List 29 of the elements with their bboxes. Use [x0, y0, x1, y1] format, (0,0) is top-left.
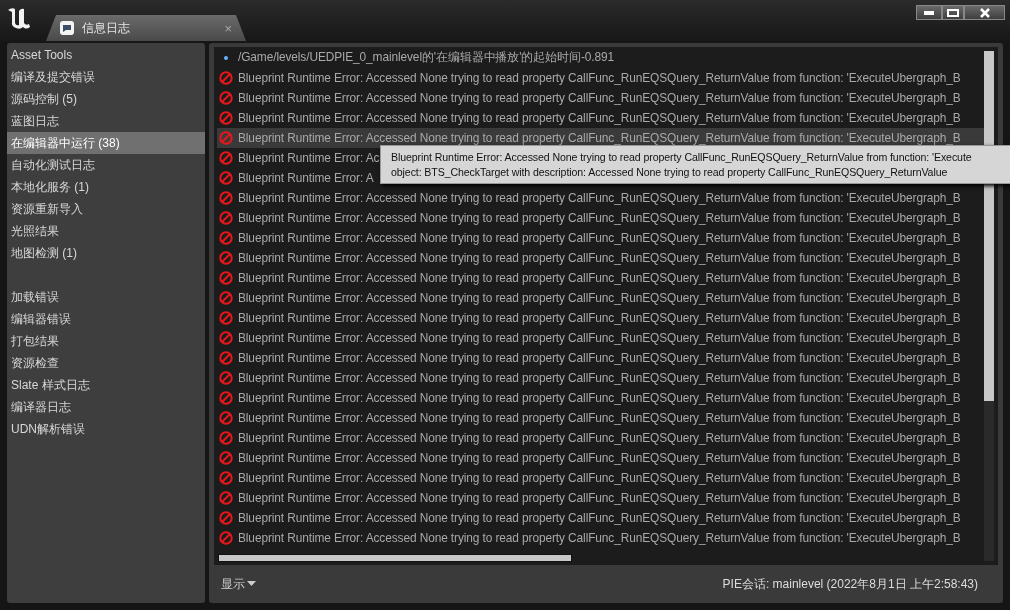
log-message: Blueprint Runtime Error: Accessed None trying to read property CallFunc_RunEQSQuery_ReturnValue from function: 'ExecuteUbergraph_B: [238, 211, 961, 225]
tooltip-text: Blueprint Runtime Error: Accessed None trying to read property CallFunc_RunEQSQuery_ReturnValue from function: 'Execute: [391, 150, 973, 164]
log-message: Blueprint Runtime Error: Accessed None trying to read property CallFunc_RunEQSQuery_ReturnValue from function: 'ExecuteUbergraph_B: [238, 411, 961, 425]
log-message: Blueprint Runtime Error: Accessed None trying to read property CallFunc_RunEQSQuery_ReturnValue from function: 'ExecuteUbergraph_B: [238, 91, 961, 105]
log-message: Blueprint Runtime Error: Accessed None trying to read property CallFunc_RunEQSQuery_ReturnValue from function: 'ExecuteUbergraph_B: [238, 191, 961, 205]
log-message: Blueprint Runtime Error: Accessed None trying to read property CallFunc_RunEQSQuery_ReturnValue from function: 'ExecuteUbergraph_B: [238, 271, 961, 285]
log-message: Blueprint Runtime Error: Accessed None trying to read property CallFunc_RunEQSQuery_ReturnValue from function: 'ExecuteUbergraph_B: [238, 491, 961, 505]
log-message: Blueprint Runtime Error: Accessed None trying to read property CallFunc_RunEQSQuery_ReturnValue from function: 'ExecuteUbergraph_B: [238, 511, 961, 525]
log-message: Blueprint Runtime Error: Accessed None trying to read property CallFunc_RunEQSQuery_ReturnValue from function: 'ExecuteUbergraph_B: [238, 431, 961, 445]
log-message: Blueprint Runtime Error: Accessed None trying to read property CallFunc_RunEQSQuery_ReturnValue from function: 'ExecuteUbergraph_B: [238, 251, 961, 265]
session-status: PIE会话: mainlevel (2022年8月1日 上午2:58:43): [722, 575, 978, 593]
log-message: Blueprint Runtime Error: Accessed None trying to read property CallFunc_RunEQSQuery_ReturnValue from function: 'ExecuteUbergraph_B: [238, 531, 961, 545]
log-message: Blueprint Runtime Error: Accessed None trying to read property CallFunc_RunEQSQuery_ReturnValue from function: 'ExecuteUbergraph_B: [238, 471, 961, 485]
log-message: Blueprint Runtime Error: Accessed None trying to read property CallFunc_RunEQSQuery_ReturnValue from function: 'ExecuteUbergraph_B: [238, 451, 961, 465]
log-message: Blueprint Runtime Error: Ac: [238, 151, 380, 165]
log-message: Blueprint Runtime Error: Accessed None trying to read property CallFunc_RunEQSQuery_ReturnValue from function: 'ExecuteUbergraph_B: [238, 391, 961, 405]
log-message: Blueprint Runtime Error: Accessed None trying to read property CallFunc_RunEQSQuery_ReturnValue from function: 'ExecuteUbergraph_B: [238, 111, 961, 125]
log-message: Blueprint Runtime Error: Accessed None trying to read property CallFunc_RunEQSQuery_ReturnValue from function: 'ExecuteUbergraph_B: [238, 371, 961, 385]
log-message: Blueprint Runtime Error: Accessed None trying to read property CallFunc_RunEQSQuery_ReturnValue from function: 'ExecuteUbergraph_B: [238, 71, 961, 85]
log-message: Blueprint Runtime Error: Accessed None trying to read property CallFunc_RunEQSQuery_ReturnValue from function: 'ExecuteUbergraph_B: [238, 351, 961, 365]
log-message: /Game/levels/UEDPIE_0_mainlevel的'在编辑器中播放'的起始时间-0.891: [238, 50, 615, 66]
log-message: Blueprint Runtime Error: Accessed None trying to read property CallFunc_RunEQSQuery_ReturnValue from function: 'ExecuteUbergraph_B: [238, 331, 961, 345]
log-message: Blueprint Runtime Error: Accessed None trying to read property CallFunc_RunEQSQuery_ReturnValue from function: 'ExecuteUbergraph_B: [238, 131, 961, 145]
log-message: Blueprint Runtime Error: Accessed None trying to read property CallFunc_RunEQSQuery_ReturnValue from function: 'ExecuteUbergraph_B: [238, 231, 961, 245]
tooltip-text: object: BTS_CheckTarget with description: Accessed None trying to read property CallFunc_RunEQSQuery_ReturnValue: [391, 165, 949, 179]
tab-label: 信息日志: [82, 19, 131, 37]
log-message: Blueprint Runtime Error: Accessed None trying to read property CallFunc_RunEQSQuery_ReturnValue from function: 'ExecuteUbergraph_B: [238, 291, 961, 305]
log-message: Blueprint Runtime Error: A: [238, 171, 374, 185]
log-message: Blueprint Runtime Error: Accessed None trying to read property CallFunc_RunEQSQuery_ReturnValue from function: 'ExecuteUbergraph_B: [238, 311, 961, 325]
